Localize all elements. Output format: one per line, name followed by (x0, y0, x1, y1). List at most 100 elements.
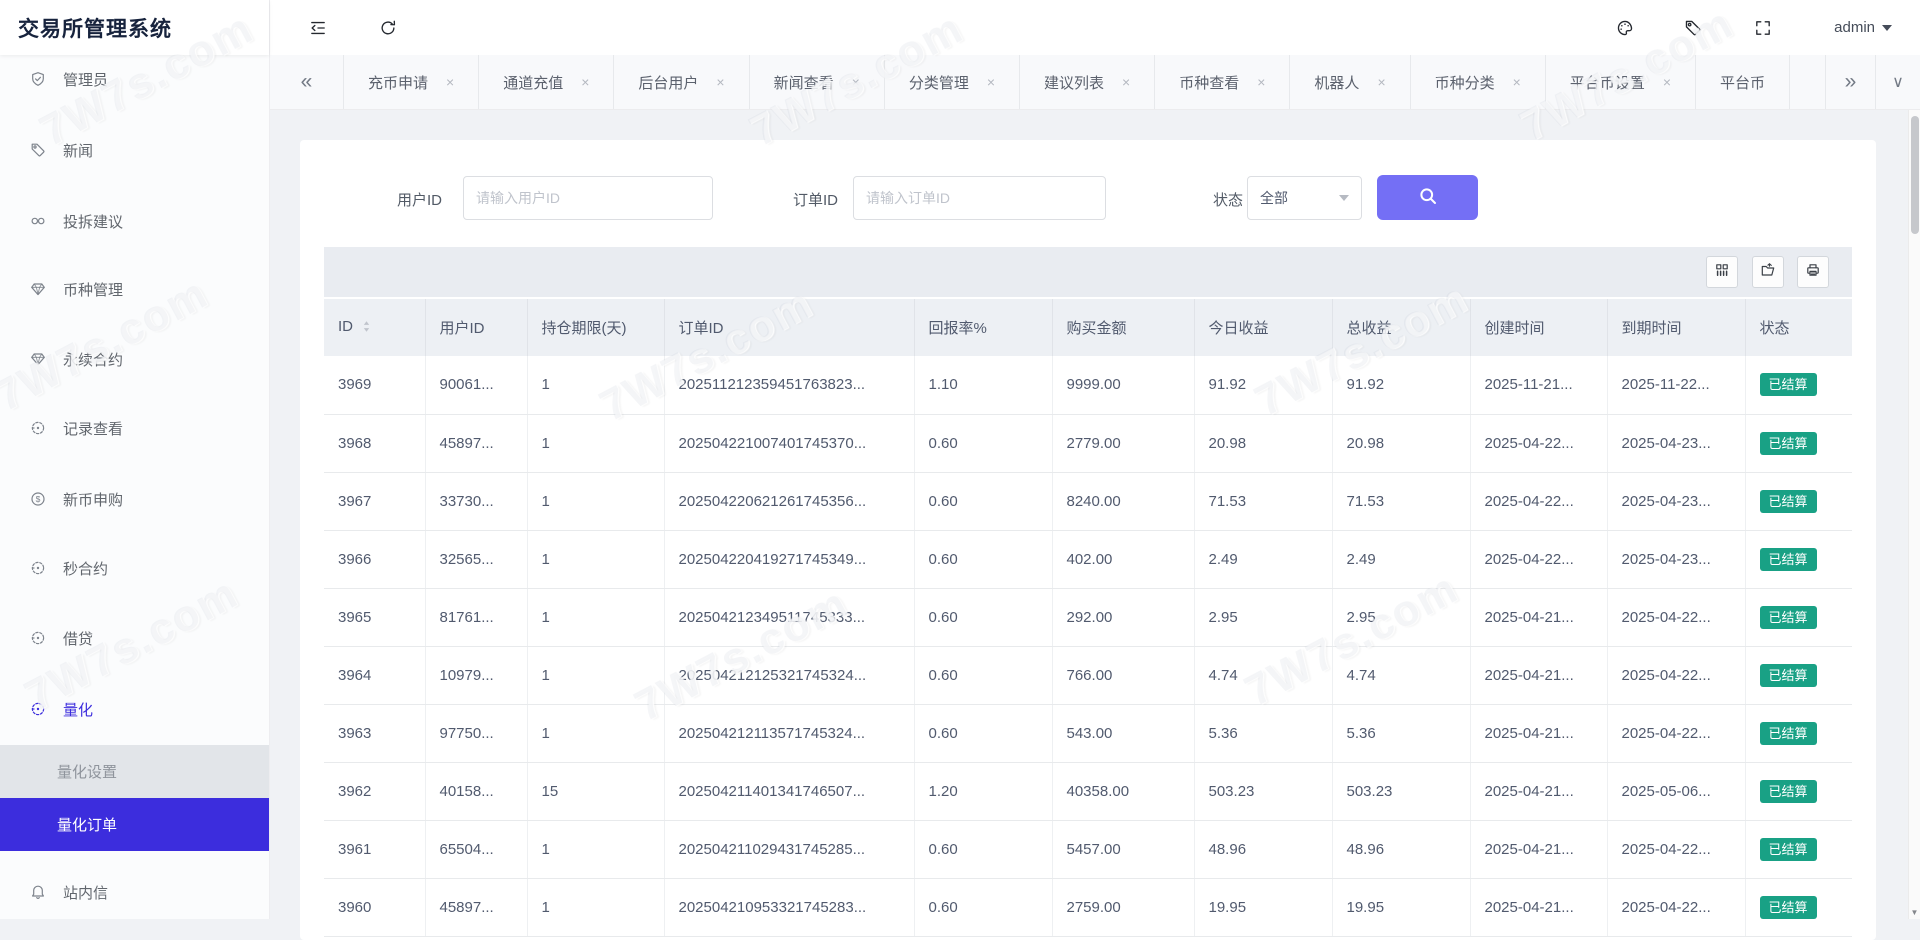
user-menu[interactable]: admin (1834, 0, 1892, 55)
user-id-input[interactable] (463, 176, 713, 220)
tab-后台用户[interactable]: 后台用户× (614, 55, 749, 109)
cell-持仓期限(天): 1 (527, 356, 664, 414)
cell-总收益: 91.92 (1332, 356, 1470, 414)
cell-今日收益: 20.98 (1194, 414, 1332, 472)
cell-购买金额: 402.00 (1052, 530, 1194, 588)
cell-购买金额: 2779.00 (1052, 414, 1194, 472)
fullscreen-icon[interactable] (1754, 19, 1772, 37)
status-label: 状态 (1183, 189, 1243, 210)
cell-ID: 3969 (324, 356, 425, 414)
print-button[interactable] (1797, 256, 1829, 288)
tab-close-icon[interactable]: × (1257, 74, 1265, 90)
cell-订单ID: 202504212349511745333... (664, 588, 914, 646)
gem-icon (30, 281, 46, 297)
sidebar-collapse-icon[interactable] (309, 19, 327, 37)
cell-今日收益: 5.36 (1194, 704, 1332, 762)
tab-close-icon[interactable]: × (716, 74, 724, 90)
cell-总收益: 71.53 (1332, 472, 1470, 530)
table-row: 396240158...15202504211401341746507...1.… (324, 762, 1852, 820)
cell-购买金额: 9999.00 (1052, 356, 1194, 414)
tab-新闻查看[interactable]: 新闻查看× (750, 55, 885, 109)
sidebar-item-管理员[interactable]: 管理员 (0, 58, 269, 100)
tab-币种查看[interactable]: 币种查看× (1155, 55, 1290, 109)
sidebar-item-新币申购[interactable]: $新币申购 (0, 478, 269, 520)
tab-close-icon[interactable]: × (1122, 74, 1130, 90)
tag-icon[interactable] (1684, 19, 1702, 37)
sidebar-item-投拆建议[interactable]: 投拆建议 (0, 200, 269, 242)
column-header-ID: ID (324, 299, 425, 356)
cell-创建时间: 2025-04-21... (1470, 878, 1607, 936)
theme-palette-icon[interactable] (1616, 19, 1634, 37)
tab-机器人[interactable]: 机器人× (1290, 55, 1410, 109)
table-row: 396397750...1202504212113571745324...0.6… (324, 704, 1852, 762)
cell-总收益: 2.49 (1332, 530, 1470, 588)
cell-ID: 3960 (324, 878, 425, 936)
tabs-dropdown-button[interactable]: ∨ (1875, 55, 1920, 109)
column-settings-button[interactable] (1706, 256, 1738, 288)
export-button[interactable] (1752, 256, 1784, 288)
tabs-scroll-right-button[interactable]: » (1825, 55, 1875, 109)
status-badge: 已结算 (1760, 780, 1817, 803)
tab-close-icon[interactable]: × (987, 74, 995, 90)
tab-close-icon[interactable]: × (852, 74, 860, 90)
tab-充币申请[interactable]: 充币申请× (344, 55, 479, 109)
sidebar-item-新闻[interactable]: 新闻 (0, 129, 269, 171)
sidebar-item-label: 秒合约 (63, 558, 108, 579)
sidebar-subitem-量化订单[interactable]: 量化订单 (0, 798, 269, 851)
cell-状态: 已结算 (1745, 820, 1852, 878)
cell-总收益: 5.36 (1332, 704, 1470, 762)
tabs-scroll-left-button[interactable]: « (270, 55, 344, 109)
cell-持仓期限(天): 15 (527, 762, 664, 820)
tab-币种分类[interactable]: 币种分类 × (1411, 55, 1546, 109)
tab-平台币设置[interactable]: 平台币设置 × (1546, 55, 1696, 109)
status-select[interactable]: 全部 (1247, 176, 1362, 220)
cell-ID: 3964 (324, 646, 425, 704)
cell-创建时间: 2025-04-21... (1470, 820, 1607, 878)
sidebar-item-秒合约[interactable]: 秒合约 (0, 547, 269, 589)
sidebar: 交易所管理系统 管理员新闻投拆建议币种管理永续合约记录查看 $新币申购秒合约借贷量… (0, 0, 270, 919)
search-button[interactable] (1377, 175, 1478, 220)
content-card: 用户ID 订单ID 状态 全部 ID用户ID持仓期限(天)订单I (300, 140, 1876, 940)
tab-平台币[interactable]: 平台币 (1696, 55, 1790, 109)
cell-总收益: 4.74 (1332, 646, 1470, 704)
cell-今日收益: 2.95 (1194, 588, 1332, 646)
cell-持仓期限(天): 1 (527, 472, 664, 530)
cell-购买金额: 766.00 (1052, 646, 1194, 704)
refresh-icon[interactable] (379, 19, 397, 37)
sidebar-item-币种管理[interactable]: 币种管理 (0, 268, 269, 310)
cell-总收益: 503.23 (1332, 762, 1470, 820)
cell-持仓期限(天): 1 (527, 530, 664, 588)
tab-分类管理[interactable]: 分类管理 × (885, 55, 1020, 109)
sidebar-item-量化[interactable]: 量化 (0, 688, 269, 730)
cell-到期时间: 2025-04-23... (1607, 472, 1745, 530)
main-content: 用户ID 订单ID 状态 全部 ID用户ID持仓期限(天)订单I (270, 110, 1908, 919)
vertical-scrollbar[interactable]: ▼ (1908, 110, 1920, 919)
tab-close-icon[interactable]: × (581, 74, 589, 90)
tab-close-icon[interactable]: × (446, 74, 454, 90)
tab-通道充值[interactable]: 通道充值× (479, 55, 614, 109)
app-title: 交易所管理系统 (0, 0, 269, 55)
tab-close-icon[interactable]: × (1513, 74, 1521, 90)
tab-建议列表[interactable]: 建议列表× (1020, 55, 1155, 109)
scrollbar-thumb[interactable] (1911, 116, 1919, 234)
order-id-input[interactable] (853, 176, 1106, 220)
tab-label: 币种分类 (1435, 72, 1495, 93)
tab-close-icon[interactable]: × (1377, 74, 1385, 90)
sidebar-item-站内信[interactable]: 站内信 (0, 871, 269, 913)
tab-label: 分类管理 (909, 72, 969, 93)
aim-icon (30, 560, 46, 576)
tab-close-icon[interactable]: × (1663, 74, 1671, 90)
tab-label: 平台币设置 (1570, 72, 1645, 93)
sidebar-item-记录查看[interactable]: 记录查看 (0, 407, 269, 449)
cell-ID: 3968 (324, 414, 425, 472)
scrollbar-down-arrow[interactable]: ▼ (1909, 908, 1920, 917)
cell-总收益: 19.95 (1332, 878, 1470, 936)
cell-订单ID: 202504210953321745283... (664, 878, 914, 936)
sidebar-item-借贷[interactable]: 借贷 (0, 617, 269, 659)
cell-今日收益: 91.92 (1194, 356, 1332, 414)
sort-icon[interactable] (360, 320, 373, 337)
sidebar-item-永续合约[interactable]: 永续合约 (0, 338, 269, 380)
order-id-label: 订单ID (758, 189, 838, 210)
column-header-今日收益: 今日收益 (1194, 299, 1332, 356)
sidebar-subitem-量化设置[interactable]: 量化设置 (0, 745, 269, 798)
